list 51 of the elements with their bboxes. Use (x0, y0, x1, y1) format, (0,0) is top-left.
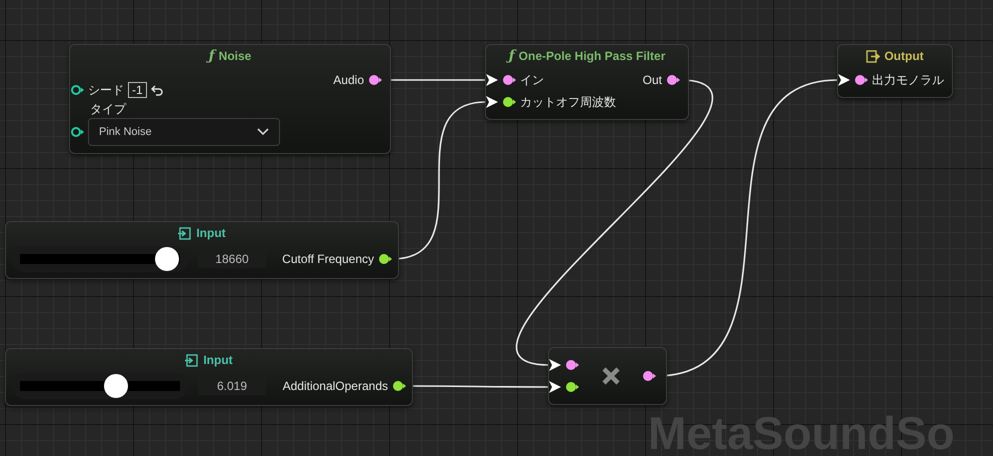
pin-icon[interactable] (368, 74, 382, 86)
caret-icon (257, 128, 269, 136)
node-card[interactable]: Output 出力モノラル (837, 44, 953, 98)
connection-arrow-icon (549, 381, 561, 393)
node-title: Noise (218, 48, 252, 65)
node-card[interactable] (548, 347, 667, 405)
pin-icon[interactable] (392, 380, 406, 392)
pin-icon[interactable] (565, 359, 579, 371)
slider-thumb[interactable] (104, 374, 128, 398)
node-title: Input (196, 225, 226, 242)
pin-label: AdditionalOperands (282, 378, 388, 395)
node-title: One-Pole High Pass Filter (518, 48, 666, 65)
node-card[interactable]: Input 6.019 AdditionalOperands (5, 348, 413, 406)
slider[interactable] (20, 374, 180, 398)
pin-label: Audio (333, 72, 364, 89)
reset-icon[interactable] (150, 84, 163, 96)
multiply-icon (600, 366, 620, 386)
function-icon: ƒ (208, 46, 215, 66)
pin-icon[interactable] (854, 74, 868, 86)
pin-icon[interactable] (666, 74, 680, 86)
connection-arrow-icon (486, 96, 498, 108)
number-field[interactable]: -1 (128, 82, 147, 98)
pin-icon[interactable] (502, 74, 516, 86)
pin-icon[interactable] (378, 253, 392, 265)
input-icon (185, 354, 200, 366)
connection-arrow-icon (549, 359, 561, 371)
pin-icon[interactable] (565, 381, 579, 393)
pin-label: イン (520, 72, 544, 89)
slider-thumb[interactable] (155, 247, 180, 271)
pin-label: Cutoff Frequency (282, 251, 374, 268)
pin-icon[interactable] (642, 370, 656, 382)
node-title: Input (203, 352, 233, 369)
node-card[interactable]: Input 18660 Cutoff Frequency (5, 221, 399, 279)
pin-label: Out (642, 72, 662, 89)
pin-icon[interactable] (502, 96, 516, 108)
slider[interactable] (20, 247, 180, 271)
connection-arrow-icon (838, 74, 850, 86)
output-icon (866, 50, 880, 62)
pin-label: カットオフ周波数 (520, 94, 616, 111)
node-title: Output (884, 48, 924, 65)
node-card[interactable]: ƒ One-Pole High Pass Filter イン カットオフ周波数 Out (485, 44, 689, 120)
pin-label: 出力モノラル (872, 72, 944, 89)
input-icon (178, 226, 192, 240)
connection-arrow-icon (486, 74, 498, 86)
pin-label: タイプ (90, 101, 126, 118)
pin-icon[interactable] (70, 126, 84, 138)
function-icon: ƒ (508, 46, 515, 66)
pin-icon[interactable] (70, 84, 84, 96)
node-card[interactable]: ƒ Noise シード -1 タイプ Pink Noise Audio (69, 44, 391, 154)
pin-label: シード (88, 82, 124, 99)
dropdown[interactable]: Pink Noise (88, 118, 280, 146)
